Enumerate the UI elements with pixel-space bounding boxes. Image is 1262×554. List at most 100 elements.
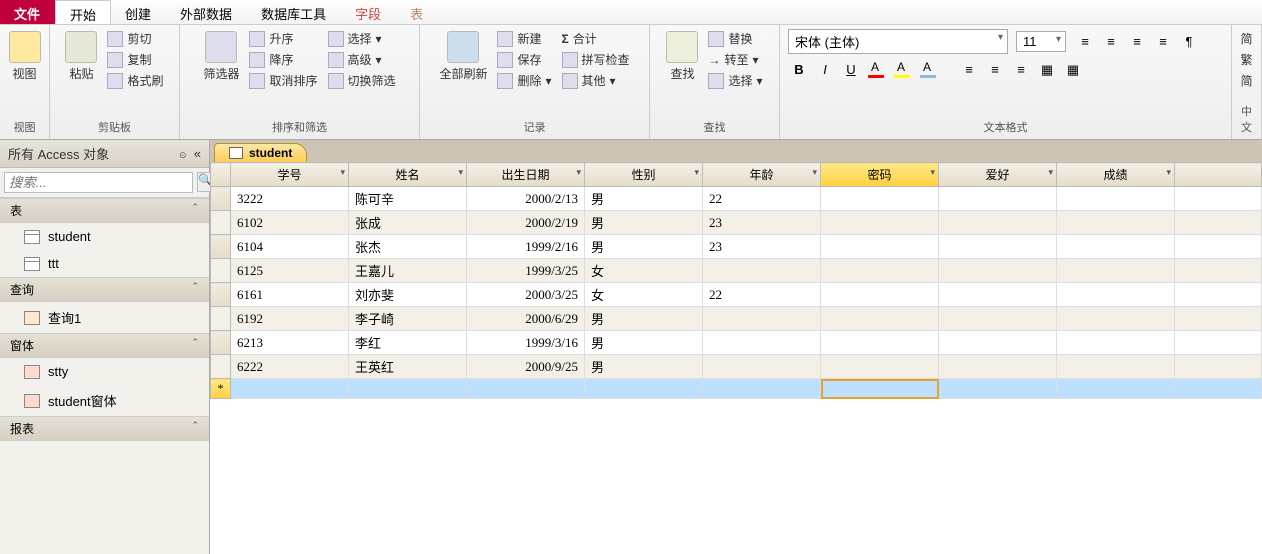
cell[interactable]: 23	[703, 211, 821, 235]
cell[interactable]	[1057, 355, 1175, 379]
cell[interactable]: 6102	[231, 211, 349, 235]
cell[interactable]: 22	[703, 187, 821, 211]
cell[interactable]: 李子崎	[349, 307, 467, 331]
cell[interactable]	[939, 283, 1057, 307]
cell[interactable]	[703, 307, 821, 331]
goto-button[interactable]: → 转至 ▾	[706, 50, 764, 69]
nav-cat-reports[interactable]: 报表⌃	[0, 416, 209, 441]
bold-button[interactable]: B	[788, 60, 810, 80]
col-header-0[interactable]: 学号▾	[231, 163, 349, 187]
cell[interactable]	[939, 331, 1057, 355]
tab-create[interactable]: 创建	[111, 0, 166, 24]
ltr-button[interactable]: ¶	[1178, 32, 1200, 52]
tab-home[interactable]: 开始	[55, 0, 111, 24]
delete-button[interactable]: 删除 ▾	[495, 71, 553, 90]
nav-cat-forms[interactable]: 窗体⌃	[0, 333, 209, 358]
cell[interactable]	[821, 307, 939, 331]
cell[interactable]: 2000/9/25	[467, 355, 585, 379]
new-row-marker[interactable]: *	[211, 379, 231, 399]
altcolor-button[interactable]: ▦	[1062, 60, 1084, 80]
cell[interactable]: 男	[585, 307, 703, 331]
filter-button[interactable]: 筛选器	[201, 29, 241, 84]
cell[interactable]: 1999/3/25	[467, 259, 585, 283]
painter-button[interactable]: 格式刷	[105, 71, 165, 90]
nav-cat-queries[interactable]: 查询⌃	[0, 277, 209, 302]
cell[interactable]	[1057, 307, 1175, 331]
tab-table[interactable]: 表	[396, 0, 438, 24]
search-input[interactable]	[4, 172, 193, 193]
cell[interactable]	[703, 331, 821, 355]
table-row[interactable]: 6125王嘉儿1999/3/25女	[211, 259, 1262, 283]
more-button[interactable]: 其他 ▾	[560, 71, 632, 90]
sort-desc-button[interactable]: 降序	[247, 50, 319, 69]
table-row[interactable]: 3222陈可辛2000/2/13男22	[211, 187, 1262, 211]
cell[interactable]: 1999/2/16	[467, 235, 585, 259]
row-selector[interactable]	[211, 211, 231, 235]
cell[interactable]	[821, 259, 939, 283]
bullets-button[interactable]: ≡	[1074, 32, 1096, 52]
cell[interactable]: 1999/3/16	[467, 331, 585, 355]
col-header-6[interactable]: 爱好▾	[939, 163, 1057, 187]
cell[interactable]: 22	[703, 283, 821, 307]
toggle-filter-button[interactable]: 切换筛选	[326, 71, 398, 90]
nav-item-ttt[interactable]: ttt	[0, 250, 209, 277]
nav-item-student窗体[interactable]: student窗体	[0, 385, 209, 416]
dropdown-icon[interactable]: ▾	[1166, 167, 1171, 178]
col-header-1[interactable]: 姓名▾	[349, 163, 467, 187]
row-selector[interactable]	[211, 355, 231, 379]
cell[interactable]: 陈可辛	[349, 187, 467, 211]
font-combo[interactable]: 宋体 (主体)	[788, 29, 1008, 54]
cell[interactable]	[821, 331, 939, 355]
cell[interactable]: 2000/2/13	[467, 187, 585, 211]
nav-item-stty[interactable]: stty	[0, 358, 209, 385]
align-center-button[interactable]: ≡	[984, 60, 1006, 80]
cell[interactable]: 男	[585, 331, 703, 355]
cell[interactable]	[939, 307, 1057, 331]
cell[interactable]: 6104	[231, 235, 349, 259]
table-row[interactable]: 6213李红1999/3/16男	[211, 331, 1262, 355]
cell[interactable]	[821, 211, 939, 235]
cell[interactable]	[703, 259, 821, 283]
cell[interactable]	[821, 355, 939, 379]
dropdown-icon[interactable]: ▾	[340, 167, 345, 178]
cell[interactable]: 刘亦斐	[349, 283, 467, 307]
nav-item-student[interactable]: student	[0, 223, 209, 250]
nav-header[interactable]: 所有 Access 对象 ⊙ «	[0, 140, 209, 168]
dropdown-icon[interactable]: ▾	[930, 167, 935, 178]
cell[interactable]	[1057, 259, 1175, 283]
col-header-5[interactable]: 密码▾	[821, 163, 939, 187]
highlight-button[interactable]	[892, 60, 914, 80]
cell[interactable]	[939, 355, 1057, 379]
cjk-h-button[interactable]: 简	[1239, 71, 1255, 90]
cell[interactable]: 男	[585, 187, 703, 211]
tab-fields[interactable]: 字段	[341, 0, 396, 24]
data-grid[interactable]: 学号▾姓名▾出生日期▾性别▾年龄▾密码▾爱好▾成绩▾ 3222陈可辛2000/2…	[210, 162, 1262, 399]
cell[interactable]: 6213	[231, 331, 349, 355]
cell[interactable]	[703, 355, 821, 379]
underline-button[interactable]: U	[840, 60, 862, 80]
col-header-2[interactable]: 出生日期▾	[467, 163, 585, 187]
cell[interactable]: 女	[585, 283, 703, 307]
dropdown-icon[interactable]: ▾	[576, 167, 581, 178]
nav-item-查询1[interactable]: 查询1	[0, 302, 209, 333]
cell[interactable]	[1057, 187, 1175, 211]
col-header-4[interactable]: 年龄▾	[703, 163, 821, 187]
row-selector[interactable]	[211, 331, 231, 355]
cell[interactable]	[939, 211, 1057, 235]
cell[interactable]	[1057, 283, 1175, 307]
replace-button[interactable]: 替换	[706, 29, 764, 48]
cell[interactable]	[939, 379, 1057, 399]
cell[interactable]	[1057, 379, 1175, 399]
cell[interactable]: 张成	[349, 211, 467, 235]
cell[interactable]	[349, 379, 467, 399]
selection-button[interactable]: 选择 ▾	[326, 29, 398, 48]
copy-button[interactable]: 复制	[105, 50, 165, 69]
row-selector[interactable]	[211, 187, 231, 211]
cut-button[interactable]: 剪切	[105, 29, 165, 48]
cjk-s-button[interactable]: 简	[1239, 29, 1255, 48]
cell[interactable]	[821, 379, 939, 399]
cell[interactable]	[703, 379, 821, 399]
nav-cat-tables[interactable]: 表⌃	[0, 198, 209, 223]
view-button[interactable]: 视图	[7, 29, 43, 84]
cell[interactable]: 2000/6/29	[467, 307, 585, 331]
